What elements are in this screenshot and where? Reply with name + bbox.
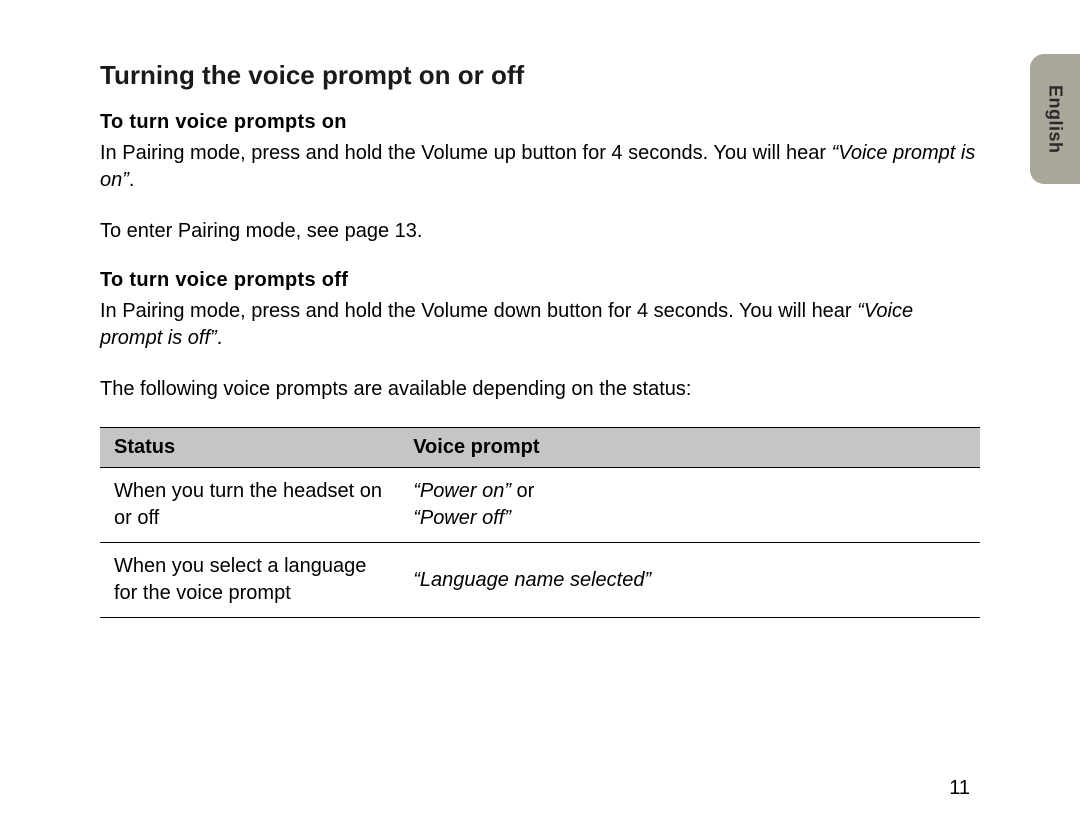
section-off-text-after: . — [217, 327, 223, 349]
section-off-text-before: In Pairing mode, press and hold the Volu… — [100, 300, 857, 322]
pairing-note: To enter Pairing mode, see page 13. — [100, 218, 980, 245]
table-header-row: Status Voice prompt — [100, 428, 980, 468]
header-voice-prompt: Voice prompt — [399, 428, 980, 468]
section-on-text-before: In Pairing mode, press and hold the Volu… — [100, 142, 832, 164]
section-off-heading: To turn voice prompts off — [100, 269, 980, 292]
section-off-body: In Pairing mode, press and hold the Volu… — [100, 298, 980, 352]
voice-quote: “Power on” — [413, 480, 511, 502]
cell-voice-prompt: “Power on” or “Power off” — [399, 468, 980, 543]
cell-status: When you select a language for the voice… — [100, 543, 399, 618]
table-row: When you turn the headset on or off “Pow… — [100, 468, 980, 543]
table-row: When you select a language for the voice… — [100, 543, 980, 618]
section-on-text-after: . — [129, 169, 135, 191]
language-tab-label: English — [1045, 85, 1066, 154]
cell-status: When you turn the headset on or off — [100, 468, 399, 543]
section-on-heading: To turn voice prompts on — [100, 111, 980, 134]
voice-quote: “Language name selected” — [413, 569, 651, 591]
header-status: Status — [100, 428, 399, 468]
language-tab[interactable]: English — [1030, 54, 1080, 184]
cell-voice-prompt: “Language name selected” — [399, 543, 980, 618]
voice-quote: “Power off” — [413, 507, 511, 529]
voice-mid: or — [511, 480, 534, 502]
voice-prompt-table: Status Voice prompt When you turn the he… — [100, 427, 980, 618]
section-on-body: In Pairing mode, press and hold the Volu… — [100, 140, 980, 194]
table-intro: The following voice prompts are availabl… — [100, 376, 980, 403]
page-number: 11 — [949, 777, 970, 800]
page-title: Turning the voice prompt on or off — [100, 60, 980, 91]
